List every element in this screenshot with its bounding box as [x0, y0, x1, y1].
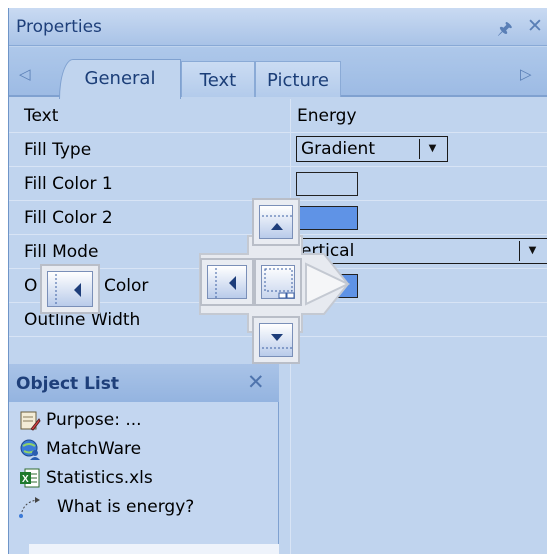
globe-user-icon: [20, 439, 40, 460]
prop-row-text[interactable]: Text Energy: [9, 99, 547, 133]
prop-row-fill-type[interactable]: Fill Type Gradient ▼: [9, 133, 547, 167]
dock-top-icon[interactable]: [252, 198, 300, 246]
dropdown-arrow-icon[interactable]: ▼: [519, 241, 545, 261]
object-list-panel: Object List ✕ Purpose: ... MatchWare X S…: [9, 364, 279, 554]
list-item-label: MatchWare: [46, 439, 142, 459]
tab-general-label: General: [84, 68, 156, 89]
dock-right-arrow-icon[interactable]: [304, 262, 350, 306]
excel-icon: X: [20, 468, 40, 488]
prop-name: Fill Type: [24, 140, 92, 160]
tab-text-label: Text: [199, 70, 237, 91]
pin-icon[interactable]: 🖈: [497, 16, 513, 45]
scroll-right-icon[interactable]: ▷: [520, 65, 532, 83]
list-item-label: Statistics.xls: [46, 468, 153, 488]
prop-name: Fill Color 1: [24, 174, 113, 194]
tab-text[interactable]: Text: [181, 61, 255, 97]
prop-name: Fill Color 2: [24, 208, 113, 228]
dropdown-arrow-icon[interactable]: ▼: [419, 139, 445, 159]
fill-type-value: Gradient: [301, 139, 375, 159]
dock-far-left-icon[interactable]: [40, 264, 100, 314]
tab-bar: ◁ General Text Picture ▷: [9, 47, 547, 99]
prop-name: Text: [24, 106, 59, 126]
tab-picture-label: Picture: [267, 70, 329, 91]
prop-name-suffix: Color: [104, 276, 149, 296]
properties-titlebar[interactable]: Properties 🖈 ✕: [9, 8, 547, 46]
dock-bottom-icon[interactable]: [252, 316, 300, 364]
path-arrow-icon: [19, 497, 40, 518]
prop-name: O: [24, 276, 38, 296]
notepad-icon: [20, 411, 41, 431]
close-icon[interactable]: ✕: [247, 370, 265, 394]
object-list-title: Object List: [16, 374, 120, 394]
fill-type-select[interactable]: Gradient ▼: [296, 136, 448, 162]
fill-color-1-swatch[interactable]: [296, 172, 358, 196]
prop-name: Fill Mode: [24, 242, 99, 262]
panel-title: Properties: [16, 17, 102, 37]
list-item-label: Purpose: ...: [46, 410, 142, 430]
scroll-strip: [29, 544, 279, 554]
dock-left-icon[interactable]: [200, 258, 254, 306]
dock-center-icon[interactable]: [254, 258, 302, 306]
tab-general[interactable]: General: [59, 59, 181, 99]
svg-text:X: X: [22, 474, 29, 485]
list-item-label: What is energy?: [57, 497, 195, 517]
close-icon[interactable]: ✕: [527, 15, 543, 37]
scroll-left-icon[interactable]: ◁: [19, 65, 31, 83]
tab-picture[interactable]: Picture: [255, 61, 341, 97]
prop-value[interactable]: Energy: [297, 106, 357, 126]
